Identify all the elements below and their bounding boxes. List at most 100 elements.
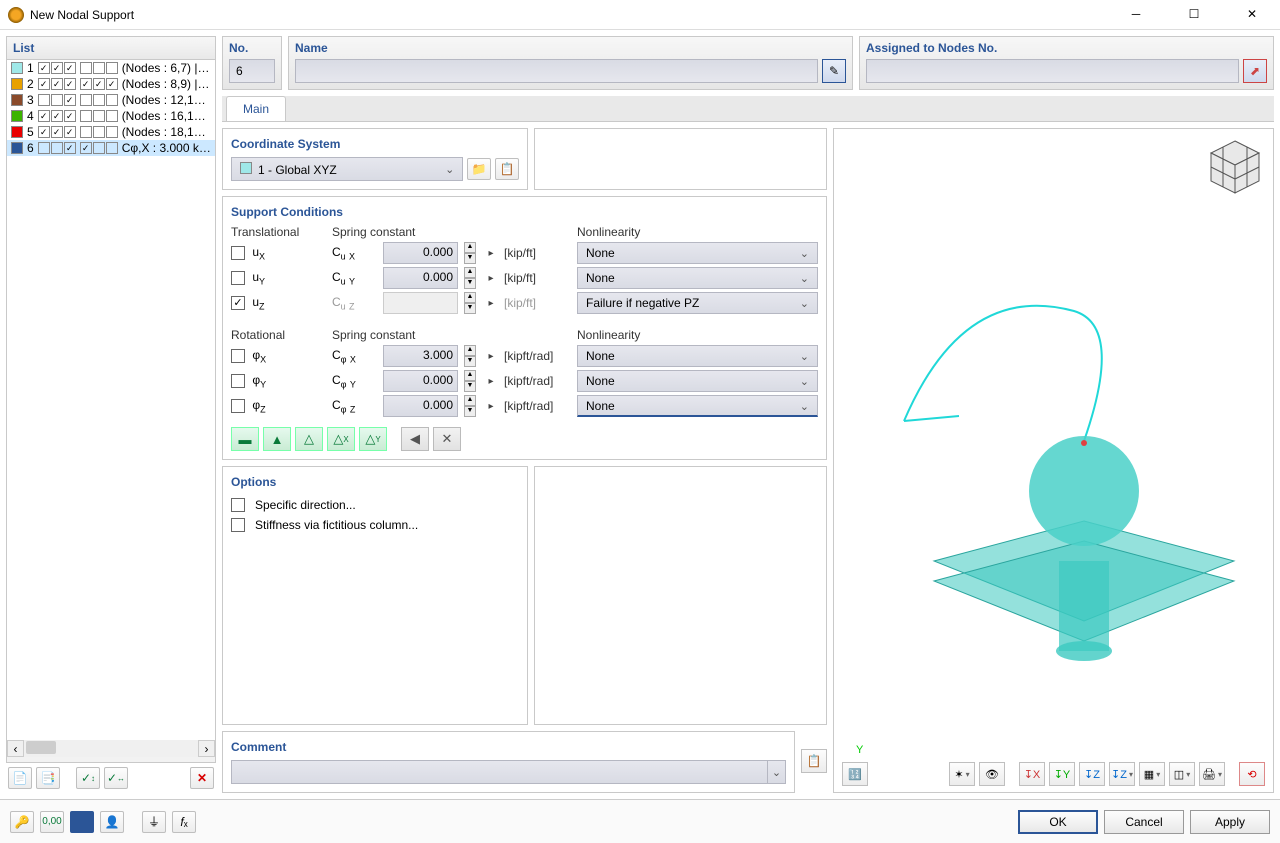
preset-roller-y-button[interactable]: △Y xyxy=(359,427,387,451)
rotation-checkboxes[interactable] xyxy=(80,78,118,90)
rotation-checkboxes[interactable] xyxy=(80,94,118,106)
help-button[interactable]: 🔑 xyxy=(10,811,34,833)
dof-checkbox[interactable] xyxy=(231,349,245,363)
name-input[interactable] xyxy=(295,59,818,83)
preset-fixed-button[interactable]: ▲ xyxy=(263,427,291,451)
nonlinearity-dropdown[interactable]: Failure if negative PZ xyxy=(577,292,818,314)
minimize-button[interactable]: ─ xyxy=(1116,1,1156,29)
view-iso-button[interactable]: ↧Z xyxy=(1109,762,1135,786)
render-mode-button[interactable]: ▦ xyxy=(1139,762,1165,786)
translation-checkboxes[interactable] xyxy=(38,78,76,90)
specific-direction-checkbox[interactable] xyxy=(231,498,245,512)
preset-prev-button[interactable]: ◀ xyxy=(401,427,429,451)
list-item[interactable]: 1 (Nodes : 6,7) | Hinged xyxy=(7,60,215,76)
dof-checkbox[interactable] xyxy=(231,374,245,388)
tab-main[interactable]: Main xyxy=(226,96,286,121)
edit-name-button[interactable]: ✎ xyxy=(822,59,846,83)
spring-constant-input[interactable]: 3.000 xyxy=(383,345,458,367)
expand-button[interactable]: ▸ xyxy=(484,376,498,387)
translation-checkboxes[interactable] xyxy=(38,110,76,122)
spring-constant-input[interactable]: 0.000 xyxy=(383,395,458,417)
spinner-buttons[interactable]: ▲▼ xyxy=(464,267,476,289)
nonlinearity-dropdown[interactable]: None xyxy=(577,242,818,264)
function-button[interactable]: fₓ xyxy=(172,811,196,833)
support-list[interactable]: 1 (Nodes : 6,7) | Hinged 2 (Nodes : 8,9)… xyxy=(7,60,215,740)
expand-button[interactable]: ▸ xyxy=(484,273,498,284)
list-item[interactable]: 2 (Nodes : 8,9) | Fixed xyxy=(7,76,215,92)
ok-button[interactable]: OK xyxy=(1018,810,1098,834)
rotation-checkboxes[interactable] xyxy=(80,62,118,74)
nonlinearity-dropdown[interactable]: None xyxy=(577,370,818,392)
rotation-checkboxes[interactable] xyxy=(80,142,118,154)
rotation-checkboxes[interactable] xyxy=(80,110,118,122)
spinner-buttons[interactable]: ▲▼ xyxy=(464,395,476,417)
comment-dropdown[interactable] xyxy=(231,760,786,784)
dof-checkbox[interactable] xyxy=(231,296,245,310)
expand-button[interactable]: ▸ xyxy=(484,248,498,259)
display-settings-button[interactable]: 👤 xyxy=(100,811,124,833)
new-item-button[interactable]: 📄 xyxy=(8,767,32,789)
list-item[interactable]: 6 Cφ,X : 3.000 kipft/rad xyxy=(7,140,215,156)
close-button[interactable]: ✕ xyxy=(1232,1,1272,29)
spring-constant-input[interactable]: 0.000 xyxy=(383,242,458,264)
expand-button[interactable]: ▸ xyxy=(484,351,498,362)
spinner-buttons[interactable]: ▲▼ xyxy=(464,370,476,392)
axis-button[interactable]: ✶ xyxy=(949,762,975,786)
dof-checkbox[interactable] xyxy=(231,246,245,260)
app-icon xyxy=(8,7,24,23)
translation-checkboxes[interactable] xyxy=(38,142,76,154)
spring-constant-input[interactable]: 0.000 xyxy=(383,370,458,392)
coord-library-button[interactable]: 📁 xyxy=(467,158,491,180)
dof-checkbox[interactable] xyxy=(231,271,245,285)
preview-results-button[interactable]: 🔢 xyxy=(842,762,868,786)
check-all-button[interactable]: ✓↕ xyxy=(76,767,100,789)
preset-roller-x-button[interactable]: △X xyxy=(327,427,355,451)
dof-checkbox[interactable] xyxy=(231,399,245,413)
uncheck-all-button[interactable]: ✓↔ xyxy=(104,767,128,789)
coord-new-button[interactable]: 📋 xyxy=(495,158,519,180)
view-y-button[interactable]: ↧Y xyxy=(1049,762,1075,786)
delete-item-button[interactable]: ✕ xyxy=(190,767,214,789)
fictitious-column-checkbox[interactable] xyxy=(231,518,245,532)
maximize-button[interactable]: ☐ xyxy=(1174,1,1214,29)
units-button[interactable]: 0,00 xyxy=(40,811,64,833)
preset-free-button[interactable]: ▬ xyxy=(231,427,259,451)
spinner-buttons[interactable]: ▲▼ xyxy=(464,345,476,367)
preview-3d[interactable]: Y 🔢 ✶ 👁 ↧X ↧Y ↧Z ↧Z ▦ ◫ 🖨 xyxy=(833,128,1274,793)
translation-checkboxes[interactable] xyxy=(38,94,76,106)
ground-button[interactable]: ⏚ xyxy=(142,811,166,833)
translation-checkboxes[interactable] xyxy=(38,62,76,74)
duplicate-item-button[interactable]: 📑 xyxy=(36,767,60,789)
apply-button[interactable]: Apply xyxy=(1190,810,1270,834)
coord-system-dropdown[interactable]: 1 - Global XYZ xyxy=(231,157,463,181)
list-item[interactable]: 5 (Nodes : 18,19) | Roller xyxy=(7,124,215,140)
nonlinearity-dropdown[interactable]: None xyxy=(577,267,818,289)
spinner-buttons[interactable]: ▲▼ xyxy=(464,242,476,264)
preset-hinged-button[interactable]: △ xyxy=(295,427,323,451)
list-item[interactable]: 4 (Nodes : 16,17) | Roller xyxy=(7,108,215,124)
zoom-button[interactable]: 👁 xyxy=(979,762,1005,786)
assigned-input[interactable] xyxy=(866,59,1239,83)
nonlinearity-dropdown[interactable]: None xyxy=(577,345,818,367)
rotation-checkboxes[interactable] xyxy=(80,126,118,138)
list-horizontal-scrollbar[interactable]: ‹ › xyxy=(7,740,215,757)
number-input[interactable]: 6 xyxy=(229,59,275,83)
pick-nodes-button[interactable]: ⬈ xyxy=(1243,59,1267,83)
translation-checkboxes[interactable] xyxy=(38,126,76,138)
wireframe-button[interactable]: ◫ xyxy=(1169,762,1195,786)
nonlinearity-dropdown[interactable]: None xyxy=(577,395,818,417)
cancel-button[interactable]: Cancel xyxy=(1104,810,1184,834)
view-z-button[interactable]: ↧Z xyxy=(1079,762,1105,786)
print-button[interactable]: 🖨 xyxy=(1199,762,1225,786)
list-item[interactable]: 3 (Nodes : 12,14) | Roller xyxy=(7,92,215,108)
scroll-thumb[interactable] xyxy=(26,741,56,754)
toggle-preview-button[interactable] xyxy=(70,811,94,833)
scroll-left-button[interactable]: ‹ xyxy=(7,740,24,757)
copy-comment-button[interactable]: 📋 xyxy=(801,749,827,773)
preset-misc-button[interactable]: ✕ xyxy=(433,427,461,451)
spring-constant-input[interactable]: 0.000 xyxy=(383,267,458,289)
scroll-right-button[interactable]: › xyxy=(198,740,215,757)
view-x-button[interactable]: ↧X xyxy=(1019,762,1045,786)
expand-button[interactable]: ▸ xyxy=(484,401,498,412)
reset-view-button[interactable]: ⟲ xyxy=(1239,762,1265,786)
